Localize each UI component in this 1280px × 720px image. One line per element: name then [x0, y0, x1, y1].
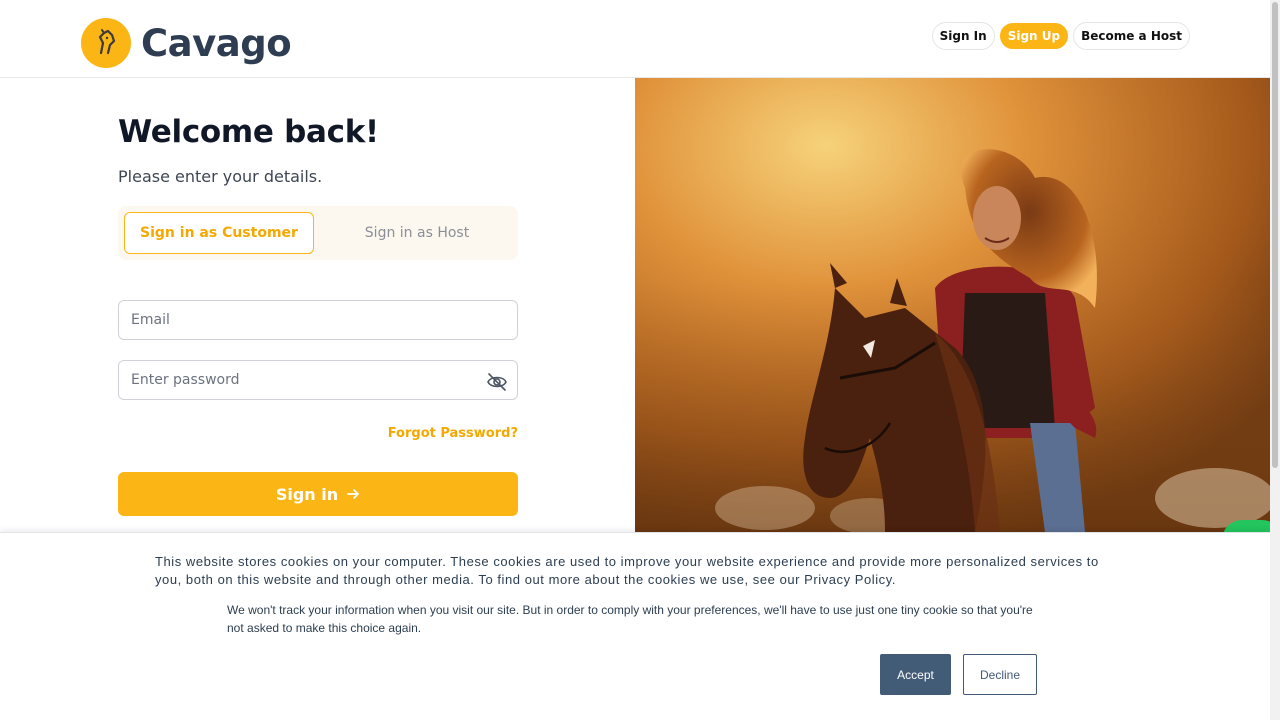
password-input[interactable] — [119, 361, 517, 399]
tab-host[interactable]: Sign in as Host — [322, 212, 512, 254]
hero-image — [635, 78, 1270, 532]
brand-logo[interactable]: Cavago — [81, 18, 292, 68]
brand-name: Cavago — [141, 21, 292, 65]
decline-cookies-button[interactable]: Decline — [963, 654, 1037, 695]
password-field — [118, 360, 518, 400]
eye-off-icon[interactable] — [486, 372, 508, 392]
become-host-nav-button[interactable]: Become a Host — [1073, 22, 1190, 50]
tab-customer[interactable]: Sign in as Customer — [124, 212, 314, 254]
sign-in-form: Welcome back! Please enter your details.… — [118, 78, 518, 516]
scrollbar-thumb[interactable] — [1272, 2, 1278, 468]
accept-cookies-button[interactable]: Accept — [880, 654, 951, 695]
header-nav: Sign In Sign Up Become a Host — [931, 22, 1190, 50]
sign-in-submit-button[interactable]: Sign in — [118, 472, 518, 516]
sign-up-nav-button[interactable]: Sign Up — [999, 23, 1069, 49]
sign-in-nav-button[interactable]: Sign In — [931, 22, 995, 50]
cookie-main-text: This website stores cookies on your comp… — [155, 554, 1099, 587]
page-title: Welcome back! — [118, 114, 379, 150]
cookie-sub-text: We won't track your information when you… — [227, 603, 1033, 635]
arrow-right-icon — [347, 489, 360, 499]
cookie-banner: This website stores cookies on your comp… — [0, 532, 1270, 720]
forgot-password-link[interactable]: Forgot Password? — [118, 426, 518, 441]
page-subtitle: Please enter your details. — [118, 167, 323, 186]
horse-head-icon — [81, 18, 131, 68]
account-type-toggle: Sign in as Customer Sign in as Host — [118, 206, 518, 260]
site-header: Cavago Sign In Sign Up Become a Host — [0, 0, 1270, 78]
email-input[interactable] — [119, 301, 517, 339]
email-field — [118, 300, 518, 340]
page-scrollbar[interactable] — [1270, 0, 1280, 720]
sign-in-submit-label: Sign in — [275, 484, 339, 504]
